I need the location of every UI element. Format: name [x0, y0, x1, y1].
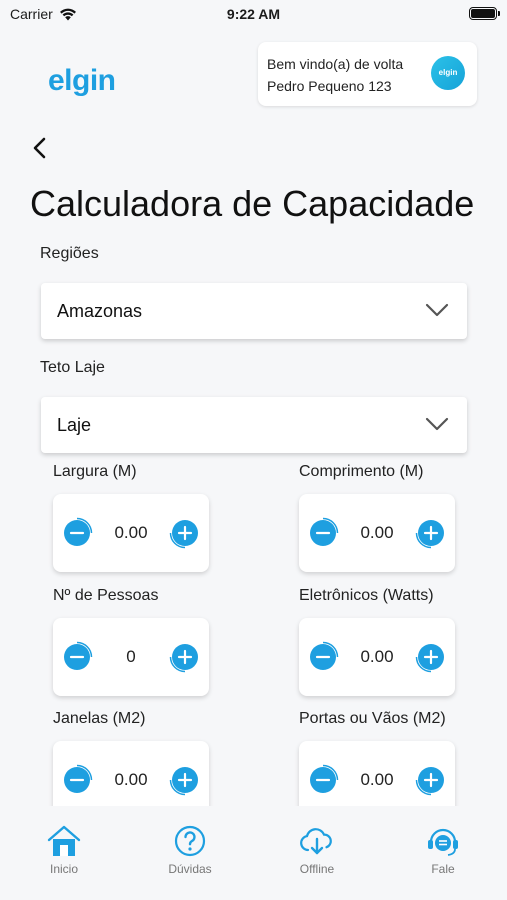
chevron-down-icon [425, 303, 449, 317]
largura-stepper: 0.00 [53, 494, 209, 572]
eletronicos-value: 0.00 [360, 647, 394, 666]
portas-value: 0.00 [360, 770, 394, 789]
minus-icon[interactable] [61, 764, 93, 796]
avatar[interactable]: elgin [431, 56, 465, 90]
welcome-card: Bem vindo(a) de volta Pedro Pequeno 123 … [258, 42, 477, 106]
page-title: Calculadora de Capacidade [30, 183, 475, 224]
largura-value: 0.00 [114, 523, 148, 542]
pessoas-stepper: 0 [53, 618, 209, 696]
eletronicos-stepper: 0.00 [299, 618, 455, 696]
tab-label: Dúvidas [168, 862, 212, 876]
tab-offline[interactable]: Offline [277, 824, 357, 876]
largura-label: Largura (M) [53, 463, 137, 480]
plus-icon[interactable] [169, 517, 201, 549]
tab-fale[interactable]: Fale [403, 824, 483, 876]
plus-icon[interactable] [415, 641, 447, 673]
question-icon [174, 825, 206, 857]
regioes-select[interactable]: Amazonas [41, 283, 467, 339]
comprimento-stepper: 0.00 [299, 494, 455, 572]
plus-icon[interactable] [169, 641, 201, 673]
cloud-download-icon [300, 828, 332, 855]
teto-value: Laje [57, 414, 92, 435]
minus-icon[interactable] [61, 641, 93, 673]
janelas-value: 0.00 [114, 770, 148, 789]
minus-icon[interactable] [307, 641, 339, 673]
home-icon [47, 825, 81, 856]
clock: 9:22 AM [226, 6, 281, 22]
portas-label: Portas ou Vãos (M2) [299, 710, 446, 727]
pessoas-value: 0 [126, 647, 136, 666]
pessoas-label: Nº de Pessoas [53, 587, 159, 604]
teto-label: Teto Laje [40, 359, 105, 376]
tab-bar: Inicio Dúvidas Offline Fale [0, 806, 507, 900]
teto-select[interactable]: Laje [41, 397, 467, 453]
battery-icon [469, 7, 500, 20]
avatar-logo: elgin [438, 68, 458, 77]
tab-label: Offline [299, 862, 335, 876]
minus-icon[interactable] [307, 764, 339, 796]
regioes-value: Amazonas [57, 300, 143, 321]
tab-duvidas[interactable]: Dúvidas [150, 824, 230, 876]
comprimento-value: 0.00 [360, 523, 394, 542]
tab-label: Fale [431, 862, 455, 876]
plus-icon[interactable] [169, 764, 201, 796]
minus-icon[interactable] [307, 517, 339, 549]
plus-icon[interactable] [415, 517, 447, 549]
support-chat-icon [428, 828, 458, 856]
plus-icon[interactable] [415, 764, 447, 796]
regioes-label: Regiões [40, 245, 99, 262]
chevron-down-icon [425, 417, 449, 431]
tab-inicio[interactable]: Inicio [24, 824, 104, 876]
comprimento-label: Comprimento (M) [299, 463, 424, 480]
tab-label: Inicio [49, 862, 78, 876]
minus-icon[interactable] [61, 517, 93, 549]
eletronicos-label: Eletrônicos (Watts) [299, 587, 434, 604]
status-bar: Carrier 9:22 AM [0, 0, 507, 30]
back-arrow-icon[interactable] [28, 134, 54, 162]
elgin-logo: elgin [48, 64, 116, 97]
janelas-label: Janelas (M2) [53, 710, 146, 727]
